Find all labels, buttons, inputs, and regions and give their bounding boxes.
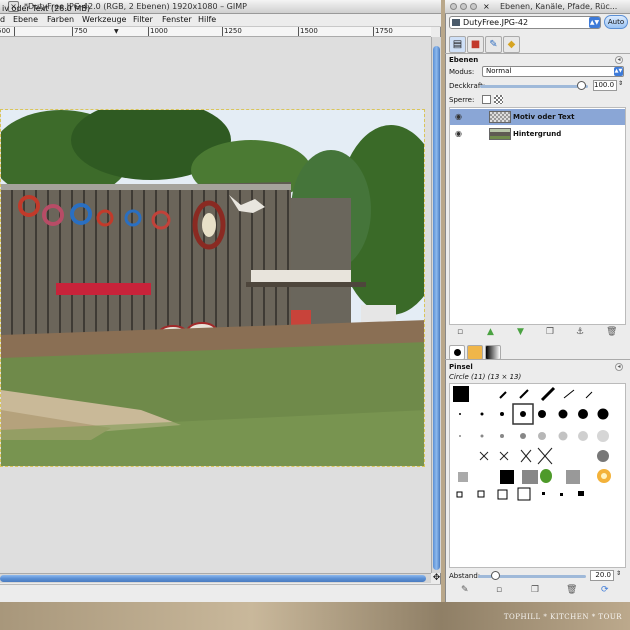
- watermark-text: TOPHILL * KITCHEN * TOUR: [503, 613, 622, 621]
- spin-arrows-icon[interactable]: ⇕: [616, 570, 621, 577]
- tab-paths-icon[interactable]: ✎: [485, 36, 502, 53]
- tab-brushes-icon[interactable]: [449, 345, 465, 360]
- layer-thumbnail: [489, 111, 511, 123]
- layer-row[interactable]: Hintergrund: [450, 126, 625, 142]
- image-canvas[interactable]: [0, 109, 425, 467]
- ruler-label: 1000: [150, 27, 168, 35]
- ruler-pointer-icon: ▼: [114, 28, 119, 35]
- auto-button[interactable]: Auto: [604, 15, 628, 29]
- tab-layers-icon[interactable]: ▤: [449, 36, 466, 53]
- photo-market-stall: [1, 110, 424, 466]
- layers-button-row: [449, 326, 626, 338]
- menubar: d Ebene Farben Werkzeuge Filter Fenster …: [0, 14, 441, 27]
- duplicate-layer-icon[interactable]: ❐: [546, 327, 554, 337]
- close-icon[interactable]: ×: [483, 2, 490, 11]
- mode-select[interactable]: Normal: [482, 66, 624, 77]
- opacity-slider[interactable]: [480, 85, 588, 88]
- lock-pixels-checkbox[interactable]: [482, 95, 491, 104]
- lower-layer-icon[interactable]: ▼: [517, 327, 524, 337]
- dock-zoom-button[interactable]: [470, 3, 477, 10]
- dock-title: Ebenen, Kanäle, Pfade, Rüc...: [500, 2, 618, 11]
- spacing-value-field[interactable]: 20.0: [590, 570, 614, 581]
- panel-menu-icon[interactable]: ◂: [615, 56, 623, 64]
- lock-label: Sperre:: [449, 96, 475, 104]
- layer-row-selected[interactable]: Motiv oder Text: [450, 109, 625, 125]
- tab-patterns-icon[interactable]: [467, 345, 483, 360]
- image-selector[interactable]: DutyFree.JPG-42: [449, 16, 601, 29]
- menu-farben[interactable]: Farben: [47, 15, 74, 24]
- dock-minimize-button[interactable]: [460, 3, 467, 10]
- brush-previews: [453, 386, 611, 501]
- horizontal-scroll-thumb[interactable]: [0, 575, 426, 582]
- menu-fenster[interactable]: Fenster: [162, 15, 192, 24]
- menu-werkzeuge[interactable]: Werkzeuge: [82, 15, 126, 24]
- chevron-updown-icon[interactable]: ▲▼: [589, 17, 600, 28]
- mode-label: Modus:: [449, 68, 475, 76]
- selected-brush-label: Circle (11) (13 × 13): [449, 373, 522, 381]
- ruler-label: 500: [0, 27, 11, 35]
- new-brush-icon[interactable]: ▫: [496, 585, 502, 595]
- horizontal-ruler: 500 750 1000 1250 1500 1750 ▼: [0, 27, 431, 37]
- panel-menu-icon[interactable]: ◂: [615, 363, 623, 371]
- menu-image-partial[interactable]: d: [0, 15, 5, 24]
- chevron-updown-icon[interactable]: ▲▼: [614, 67, 623, 76]
- edit-brush-icon[interactable]: ✎: [461, 585, 469, 595]
- ruler-label: 1500: [300, 27, 318, 35]
- opacity-value-field[interactable]: 100.0: [593, 80, 617, 91]
- navigate-icon[interactable]: ✥: [432, 574, 441, 583]
- menu-filter[interactable]: Filter: [133, 15, 153, 24]
- delete-brush-icon[interactable]: 🗑: [566, 585, 577, 595]
- brush-grid[interactable]: [449, 383, 626, 568]
- tab-channels-icon[interactable]: ■: [467, 36, 484, 53]
- status-text: iv oder Text (26.0 MB): [2, 4, 90, 13]
- new-layer-icon[interactable]: ▫: [457, 327, 463, 337]
- image-thumbnail-icon: [452, 19, 460, 26]
- layer-name: Motiv oder Text: [513, 113, 575, 121]
- menu-ebene[interactable]: Ebene: [13, 15, 38, 24]
- layer-thumbnail: [489, 128, 511, 140]
- ruler-label: 1750: [375, 27, 393, 35]
- anchor-layer-icon[interactable]: ⚓: [576, 327, 584, 337]
- raise-layer-icon[interactable]: ▲: [487, 327, 494, 337]
- tab-gradients-icon[interactable]: [485, 345, 501, 360]
- refresh-brushes-icon[interactable]: ⟳: [601, 585, 609, 595]
- ruler-label: 1250: [224, 27, 242, 35]
- delete-layer-icon[interactable]: 🗑: [606, 327, 617, 337]
- eye-icon[interactable]: ◉: [455, 129, 462, 138]
- spacing-slider-handle[interactable]: [491, 571, 500, 580]
- opacity-slider-handle[interactable]: [577, 81, 586, 90]
- dock-close-button[interactable]: [450, 3, 457, 10]
- lock-alpha-icon[interactable]: [494, 95, 503, 104]
- layer-name: Hintergrund: [513, 130, 562, 138]
- vertical-scroll-thumb[interactable]: [433, 46, 440, 570]
- eye-icon[interactable]: ◉: [455, 112, 462, 121]
- layers-panel-title: Ebenen: [449, 56, 479, 64]
- tab-undo-icon[interactable]: ◆: [503, 36, 520, 53]
- duplicate-brush-icon[interactable]: ❐: [531, 585, 539, 595]
- menu-hilfe[interactable]: Hilfe: [198, 15, 216, 24]
- spin-arrows-icon[interactable]: ⇕: [618, 80, 623, 87]
- spacing-label: Abstand:: [449, 572, 481, 580]
- statusbar: [0, 584, 441, 602]
- brushes-panel-title: Pinsel: [449, 363, 473, 371]
- ruler-label: 750: [74, 27, 88, 35]
